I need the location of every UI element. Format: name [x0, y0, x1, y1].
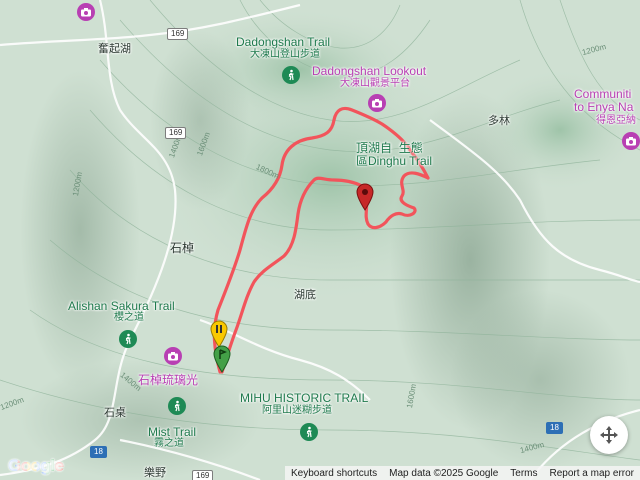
- hiker-icon[interactable]: [168, 397, 186, 415]
- road-shield-169: 169: [192, 470, 214, 480]
- camera-icon[interactable]: [622, 132, 640, 150]
- hiker-icon[interactable]: [300, 423, 318, 441]
- road-shield-169: 169: [165, 127, 187, 139]
- place-fenqihu: 奮起湖: [98, 43, 131, 55]
- poi-mihu-trail-zh: 阿里山迷糊步道: [262, 405, 332, 416]
- place-shiquan: 石桌: [104, 407, 126, 419]
- map-data-text: Map data ©2025 Google: [389, 467, 499, 479]
- road-shield-18: 18: [546, 422, 563, 434]
- poi-mist-trail-zh: 霧之道: [154, 438, 184, 449]
- hiker-icon[interactable]: [282, 66, 300, 84]
- poi-community[interactable]: Communiti to Enya Na: [574, 88, 633, 113]
- poi-mihu-trail[interactable]: MIHU HISTORIC TRAIL: [240, 392, 368, 405]
- keyboard-shortcuts-link[interactable]: Keyboard shortcuts: [285, 468, 383, 479]
- end-marker-icon[interactable]: [356, 183, 374, 211]
- terms-link[interactable]: Terms: [504, 468, 543, 479]
- poi-dadongshan-trail-zh: 大凍山登山步道: [250, 49, 320, 60]
- poi-dadongshan-trail[interactable]: Dadongshan Trail: [236, 36, 330, 49]
- place-duolin: 多林: [488, 115, 510, 127]
- poi-shizhuo-glass[interactable]: 石棹琉璃光: [138, 374, 198, 387]
- road-shield-18: 18: [90, 446, 107, 458]
- hiker-icon[interactable]: [119, 330, 137, 348]
- attribution-bar: Keyboard shortcuts Map data ©2025 Google…: [284, 466, 640, 480]
- start-marker-icon[interactable]: [213, 345, 231, 373]
- google-logo-text: Google: [8, 456, 64, 475]
- move-arrows-icon: [600, 426, 618, 444]
- map-canvas[interactable]: 奮起湖 石棹 湖底 多林 石桌 樂野 1200m 1400m 1600m 180…: [0, 0, 640, 480]
- poi-sakura-trail[interactable]: Alishan Sakura Trail: [68, 300, 175, 313]
- pan-control-button[interactable]: [590, 416, 628, 454]
- camera-icon[interactable]: [164, 347, 182, 365]
- place-hudi: 湖底: [294, 289, 316, 301]
- poi-dinghu-trail[interactable]: 頂湖自_生態 區Dinghu Trail: [356, 142, 432, 167]
- camera-icon[interactable]: [368, 94, 386, 112]
- poi-dinghu-line2: 區Dinghu Trail: [356, 153, 433, 168]
- poi-sakura-trail-zh: 櫻之道: [114, 312, 144, 323]
- report-error-link[interactable]: Report a map error: [544, 468, 640, 479]
- poi-community-line2: to Enya Na: [574, 99, 634, 114]
- poi-dadongshan-lookout[interactable]: Dadongshan Lookout: [312, 65, 426, 78]
- road-shield-169: 169: [167, 28, 189, 40]
- pause-marker-icon[interactable]: [210, 320, 228, 348]
- camera-icon[interactable]: [77, 3, 95, 21]
- place-leye: 樂野: [144, 467, 166, 479]
- google-logo: Google: [8, 456, 64, 476]
- place-shizhuo: 石棹: [170, 241, 195, 255]
- poi-mist-trail[interactable]: Mist Trail: [148, 426, 196, 439]
- poi-dadongshan-lookout-zh: 大凍山觀景平台: [340, 78, 410, 89]
- poi-community-zh: 得恩亞納: [596, 115, 636, 126]
